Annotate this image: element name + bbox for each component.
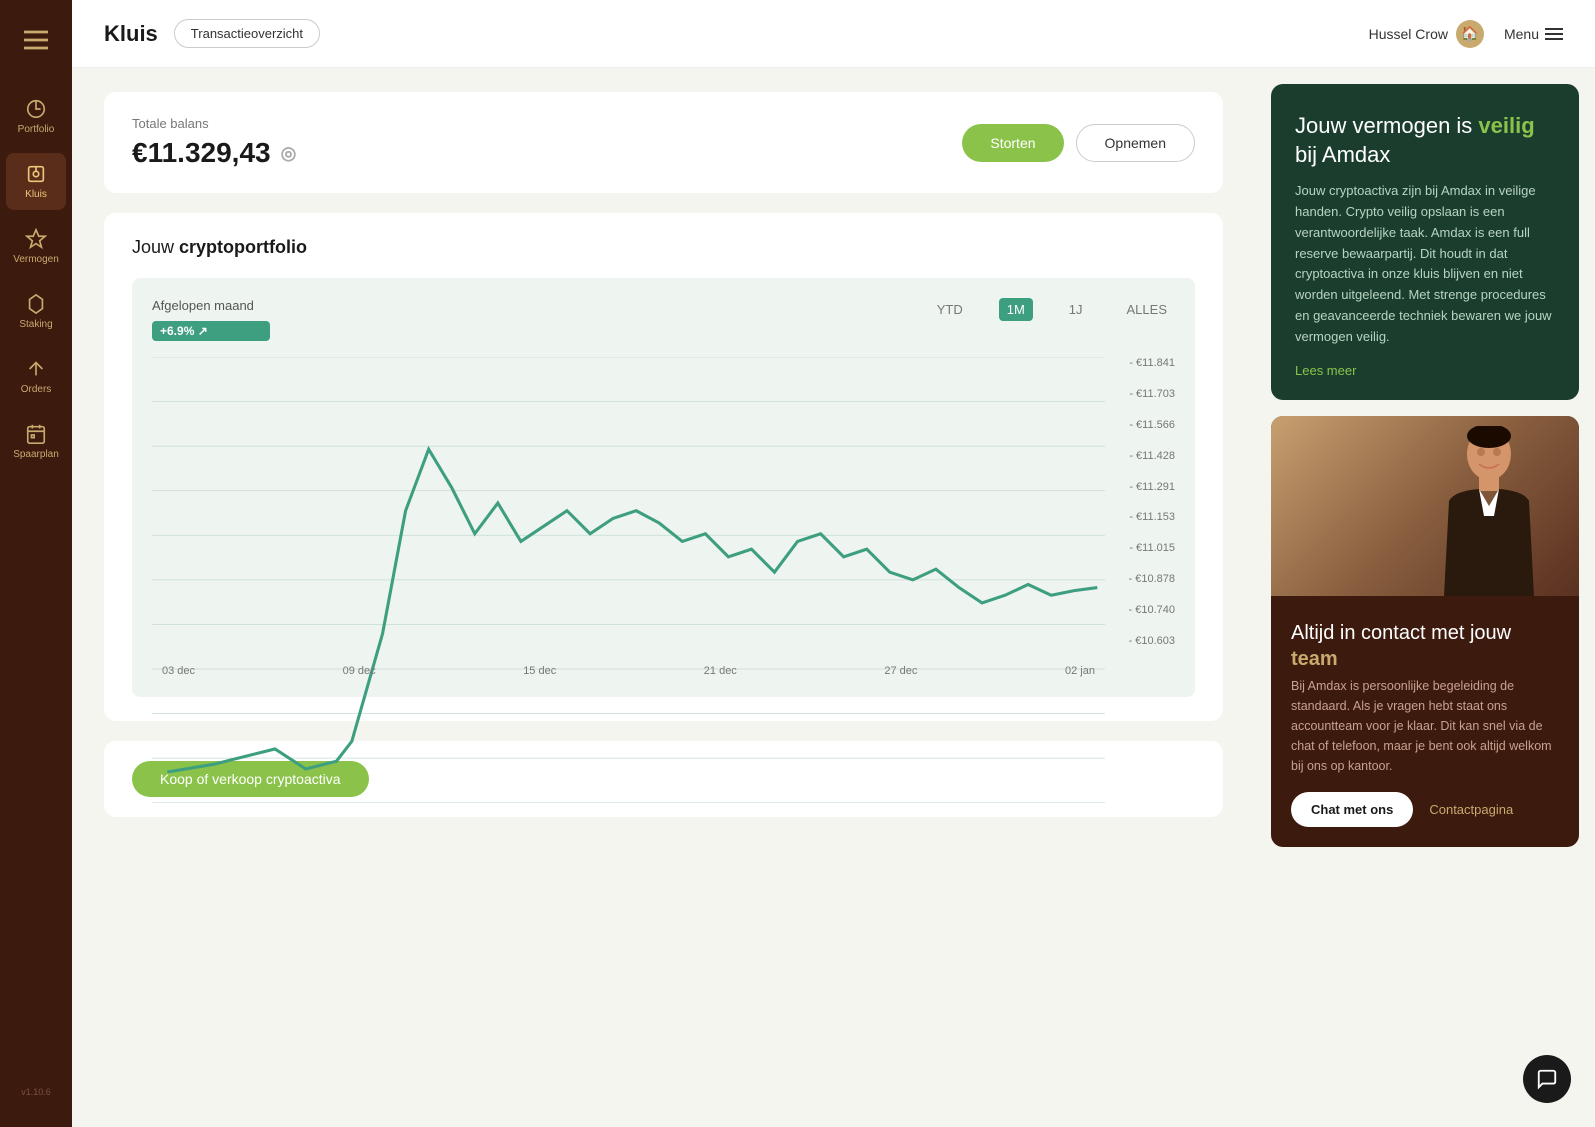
sidebar-item-staking[interactable]: Staking xyxy=(6,283,66,340)
content-area: Totale balans €11.329,43 ◎ Storten Opnem… xyxy=(72,68,1595,1127)
contact-card: Altijd in contact met jouw team Bij Amda… xyxy=(1271,416,1579,847)
chart-x-labels: 03 dec 09 dec 15 dec 21 dec 27 dec 02 ja… xyxy=(152,665,1105,677)
person-illustration xyxy=(1429,426,1549,596)
contact-card-image xyxy=(1271,416,1579,596)
security-card-body: Jouw cryptoactiva zijn bij Amdax in veil… xyxy=(1295,181,1555,347)
lees-meer-link[interactable]: Lees meer xyxy=(1295,363,1356,378)
eye-icon[interactable]: ◎ xyxy=(281,143,297,164)
contactpagina-link[interactable]: Contactpagina xyxy=(1429,802,1513,817)
sidebar-item-spaarplan[interactable]: Spaarplan xyxy=(6,413,66,470)
hamburger-icon xyxy=(1545,28,1563,40)
menu-label: Menu xyxy=(1504,26,1539,42)
main-panel: Totale balans €11.329,43 ◎ Storten Opnem… xyxy=(72,68,1255,1127)
portfolio-section: Jouw cryptoportfolio Afgelopen maand +6.… xyxy=(104,213,1223,721)
sidebar-item-kluis[interactable]: Kluis xyxy=(6,153,66,210)
chart-tab-1j[interactable]: 1J xyxy=(1061,298,1091,321)
contact-title-highlight: team xyxy=(1291,648,1338,670)
balance-label: Totale balans xyxy=(132,116,962,131)
user-name: Hussel Crow xyxy=(1369,26,1448,42)
balance-actions: Storten Opnemen xyxy=(962,124,1195,162)
chat-widget-button[interactable] xyxy=(1523,1055,1571,1103)
portfolio-title-pre: Jouw xyxy=(132,237,179,257)
security-card-title: Jouw vermogen is veilig bij Amdax xyxy=(1295,112,1555,169)
security-title-highlight: veilig xyxy=(1478,113,1534,138)
sidebar: Portfolio Kluis Vermogen Staking Orders … xyxy=(0,0,72,1127)
version-label: v1.10.6 xyxy=(21,1087,51,1107)
contact-actions: Chat met ons Contactpagina xyxy=(1291,792,1559,827)
chart-tabs: YTD 1M 1J ALLES xyxy=(929,298,1175,321)
sidebar-logo xyxy=(16,20,56,60)
balance-card: Totale balans €11.329,43 ◎ Storten Opnem… xyxy=(104,92,1223,193)
chart-y-labels: - €11.841 - €11.703 - €11.566 - €11.428 … xyxy=(1105,357,1175,647)
chat-met-ons-button[interactable]: Chat met ons xyxy=(1291,792,1413,827)
contact-card-title: Altijd in contact met jouw team xyxy=(1291,620,1559,672)
security-card: Jouw vermogen is veilig bij Amdax Jouw c… xyxy=(1271,84,1579,400)
chart-period-label: Afgelopen maand xyxy=(152,298,254,313)
chart-badge: +6.9% ↗ xyxy=(152,321,270,341)
contact-title-pre: Altijd in contact met jouw xyxy=(1291,622,1511,644)
portfolio-title-bold: cryptoportfolio xyxy=(179,237,307,257)
portfolio-title: Jouw cryptoportfolio xyxy=(132,237,1195,258)
chart-container: Afgelopen maand +6.9% ↗ YTD 1M 1J ALLES xyxy=(132,278,1195,697)
balance-value: €11.329,43 xyxy=(132,137,271,169)
opnemen-button[interactable]: Opnemen xyxy=(1076,124,1195,162)
storten-button[interactable]: Storten xyxy=(962,124,1063,162)
sidebar-item-vermogen[interactable]: Vermogen xyxy=(6,218,66,275)
balance-info: Totale balans €11.329,43 ◎ xyxy=(132,116,962,169)
main-wrapper: Kluis Transactieoverzicht Hussel Crow 🏠 … xyxy=(72,0,1595,1127)
chart-svg-wrap: - €11.841 - €11.703 - €11.566 - €11.428 … xyxy=(152,357,1175,677)
sidebar-item-portfolio[interactable]: Portfolio xyxy=(6,88,66,145)
security-title-post: bij Amdax xyxy=(1295,142,1390,167)
contact-card-body: Altijd in contact met jouw team Bij Amda… xyxy=(1271,596,1579,847)
menu-button[interactable]: Menu xyxy=(1504,26,1563,42)
user-avatar: 🏠 xyxy=(1456,20,1484,48)
navbar: Kluis Transactieoverzicht Hussel Crow 🏠 … xyxy=(72,0,1595,68)
chart-svg xyxy=(152,357,1105,803)
right-panel: Jouw vermogen is veilig bij Amdax Jouw c… xyxy=(1255,68,1595,1127)
navbar-right: Hussel Crow 🏠 Menu xyxy=(1369,20,1563,48)
page-title: Kluis xyxy=(104,21,158,47)
security-title-pre: Jouw vermogen is xyxy=(1295,113,1478,138)
chart-tab-alles[interactable]: ALLES xyxy=(1119,298,1175,321)
sidebar-item-orders[interactable]: Orders xyxy=(6,348,66,405)
balance-amount: €11.329,43 ◎ xyxy=(132,137,962,169)
chart-tab-1m[interactable]: 1M xyxy=(999,298,1033,321)
transaction-overview-button[interactable]: Transactieoverzicht xyxy=(174,19,320,48)
user-info: Hussel Crow 🏠 xyxy=(1369,20,1484,48)
chart-header: Afgelopen maand +6.9% ↗ YTD 1M 1J ALLES xyxy=(152,298,1175,341)
contact-card-text: Bij Amdax is persoonlijke begeleiding de… xyxy=(1291,676,1559,776)
chart-tab-ytd[interactable]: YTD xyxy=(929,298,971,321)
